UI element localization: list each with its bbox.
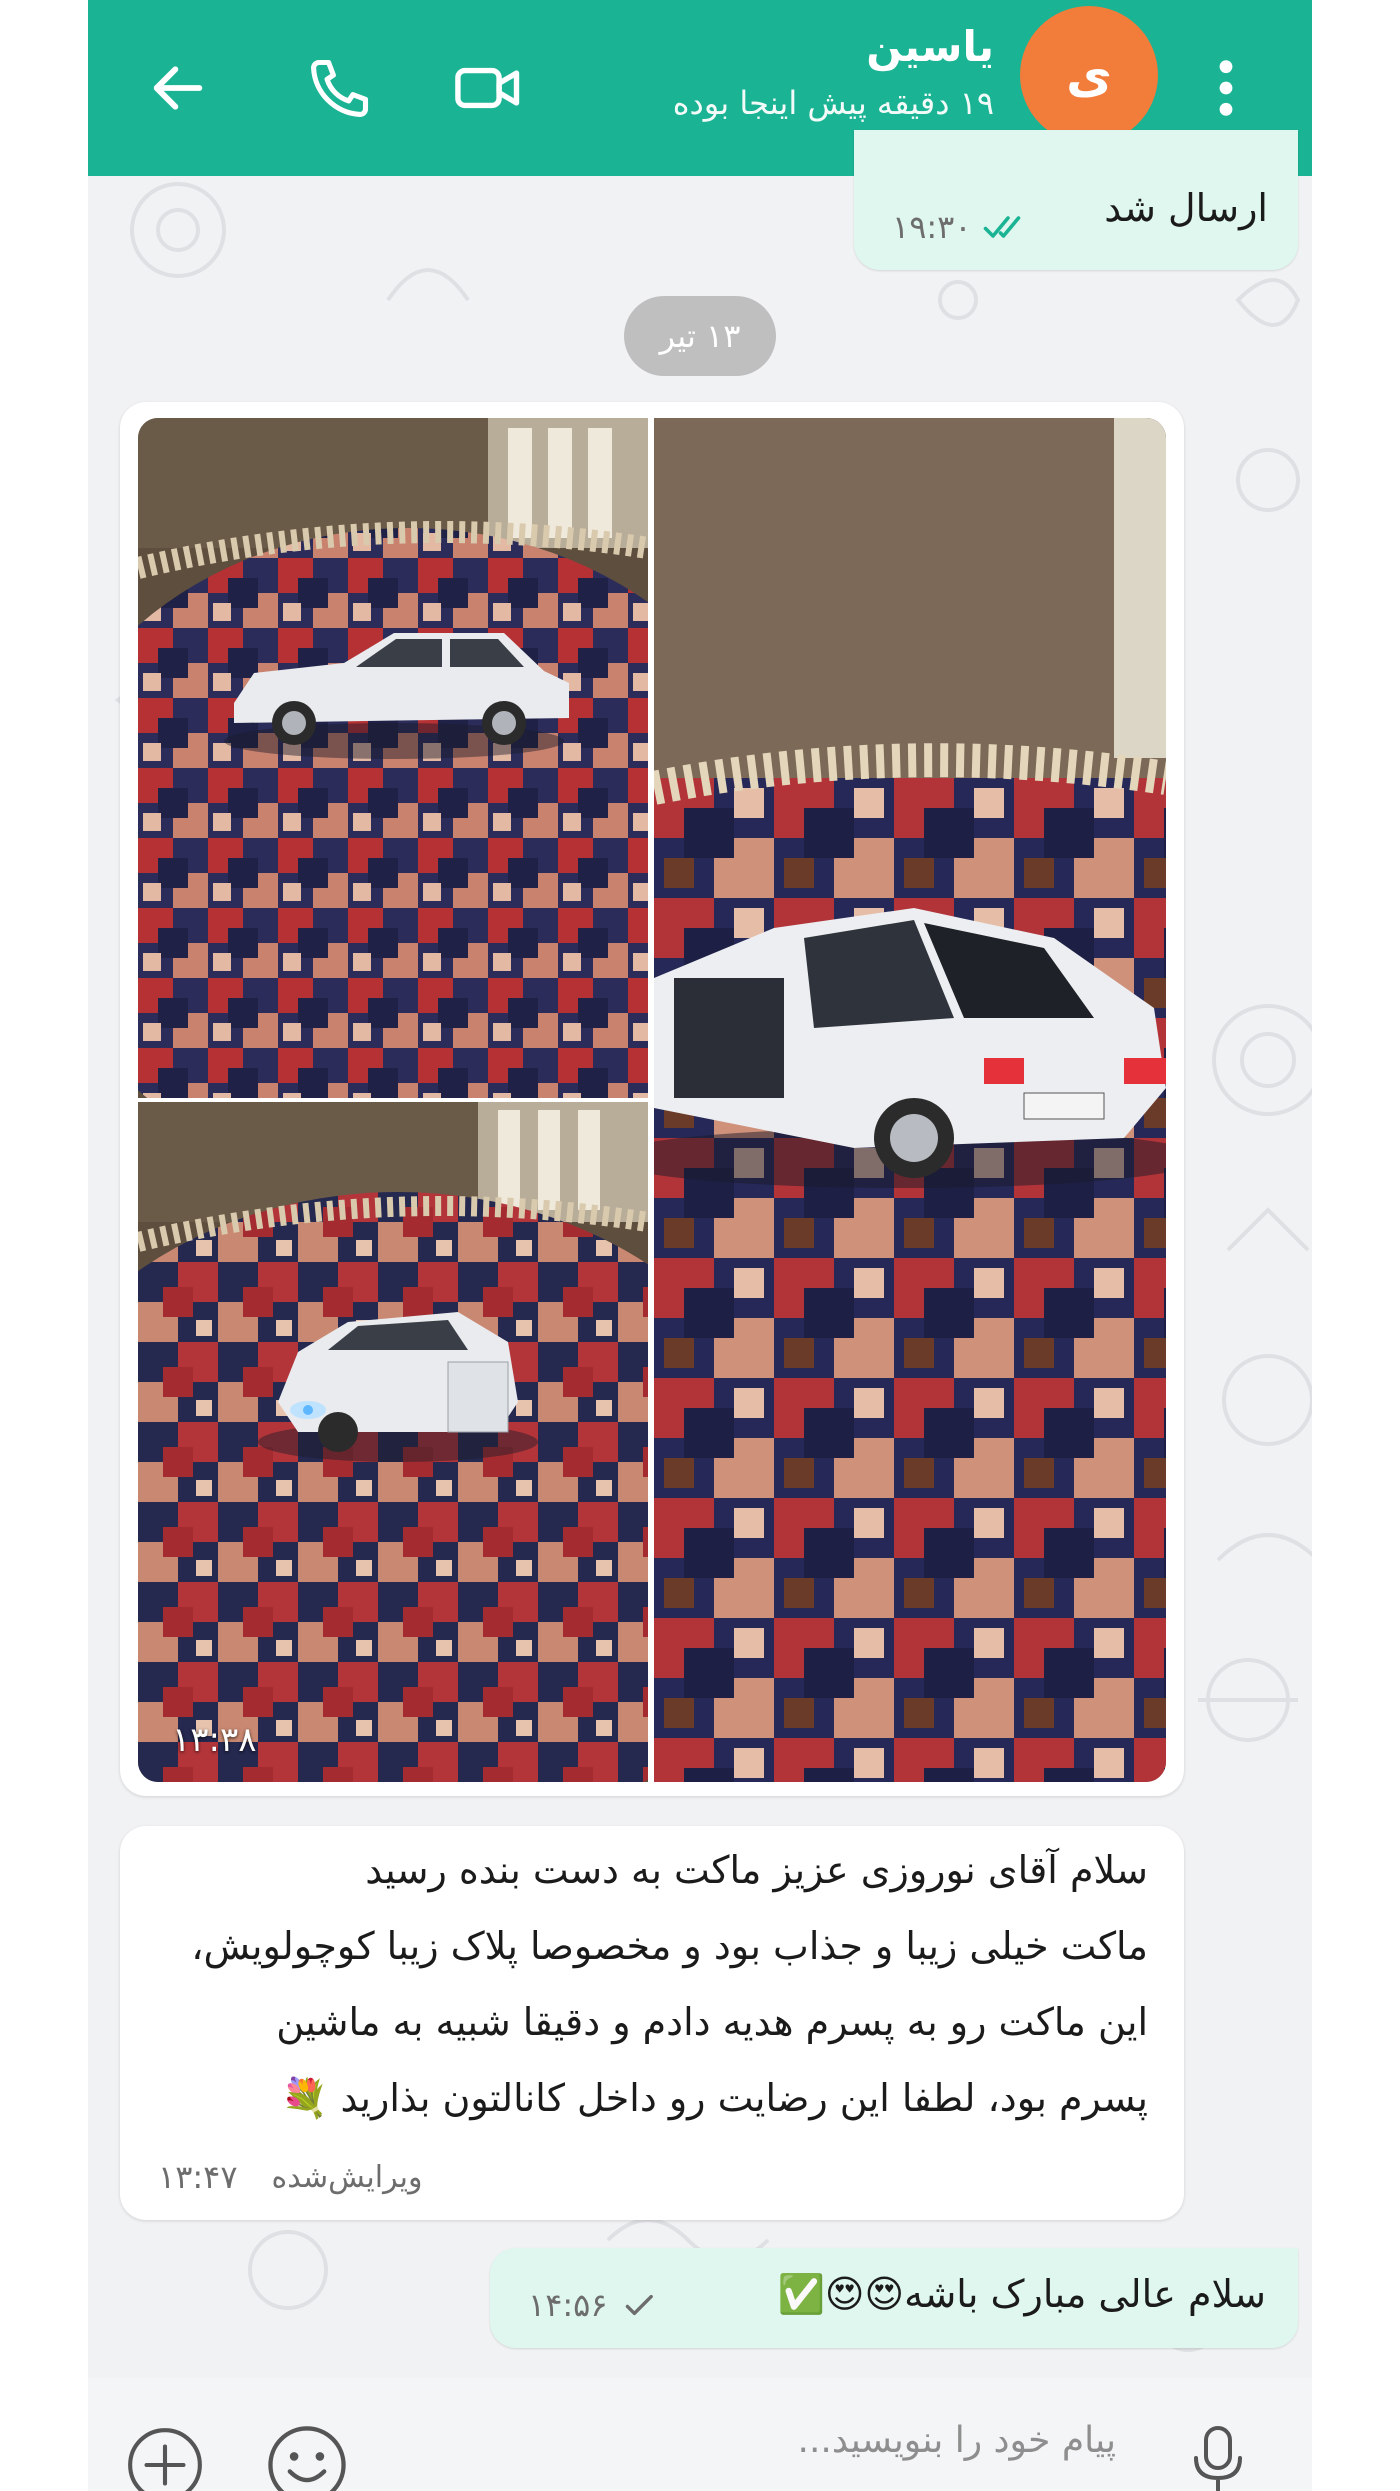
more-options-button[interactable] — [1196, 38, 1256, 138]
attach-button[interactable] — [124, 2424, 206, 2491]
message-line-4: پسرم بود، لطفا این رضایت رو داخل کانالتو… — [281, 2076, 1148, 2120]
phone-icon — [311, 59, 369, 117]
message-text: سلام عالی مبارک باشه😍😍✅ — [777, 2272, 1266, 2316]
video-call-button[interactable] — [438, 38, 538, 138]
photo-album-message[interactable]: ۱۳:۳۸ — [120, 402, 1184, 1796]
message-incoming[interactable]: سلام آقای نوروزی عزیز ماکت به دست بنده ر… — [120, 1826, 1184, 2220]
microphone-icon — [1194, 2426, 1242, 2491]
back-button[interactable] — [128, 38, 228, 138]
message-outgoing[interactable]: سلام عالی مبارک باشه😍😍✅ ۱۴:۵۶ — [490, 2248, 1298, 2348]
message-outgoing[interactable]: ارسال شد ۱۹:۳۰ — [854, 130, 1298, 270]
album-photo-2[interactable]: ۱۳:۳۸ — [138, 1102, 648, 1782]
edited-label: ویرایش‌شده — [271, 2159, 423, 2195]
video-camera-icon — [455, 67, 520, 109]
arrow-left-icon — [153, 66, 203, 110]
car-photo-image — [138, 418, 648, 1098]
car-photo-image — [654, 418, 1166, 1782]
message-line-3: این ماکت رو به پسرم هدیه دادم و دقیقا شب… — [276, 2000, 1148, 2044]
voice-record-button[interactable] — [1178, 2418, 1258, 2491]
car-photo-image — [138, 1102, 648, 1782]
message-line-1: سلام آقای نوروزی عزیز ماکت به دست بنده ر… — [365, 1848, 1148, 1892]
message-line-2: ماکت خیلی زیبا و جذاب بود و مخصوصا پلاک … — [191, 1924, 1148, 1968]
plus-circle-icon — [128, 2428, 202, 2491]
voice-call-button[interactable] — [290, 38, 390, 138]
more-vertical-icon — [1219, 60, 1233, 116]
album-photo-3[interactable] — [654, 418, 1166, 1782]
smiley-icon — [268, 2426, 346, 2491]
chat-app: یاسین ۱۹ دقیقه پیش اینجا بوده ی ارسال شد… — [88, 0, 1312, 2491]
message-meta: ۱۹:۳۰ — [892, 208, 1028, 246]
album-photo-1[interactable] — [138, 418, 648, 1098]
message-time: ۱۳:۴۷ — [158, 2158, 238, 2196]
message-time: ۱۹:۳۰ — [892, 208, 972, 246]
message-text: ارسال شد — [1104, 186, 1268, 230]
avatar[interactable]: ی — [1020, 6, 1158, 144]
date-separator: ۱۳ تیر — [624, 296, 776, 376]
single-check-icon — [625, 2294, 653, 2316]
message-input-bar: پیام خود را بنویسید... — [88, 2378, 1312, 2491]
album-time: ۱۳:۳۸ — [172, 1720, 257, 1760]
emoji-button[interactable] — [264, 2422, 350, 2491]
contact-name: یاسین — [866, 22, 994, 71]
message-time: ۱۴:۵۶ — [528, 2286, 608, 2324]
message-input[interactable]: پیام خود را بنویسید... — [798, 2420, 1116, 2461]
message-meta: ۱۳:۴۷ ویرایش‌شده — [158, 2158, 422, 2196]
last-seen-status: ۱۹ دقیقه پیش اینجا بوده — [672, 84, 994, 122]
double-check-icon — [983, 216, 1020, 238]
message-meta: ۱۴:۵۶ — [528, 2286, 658, 2324]
